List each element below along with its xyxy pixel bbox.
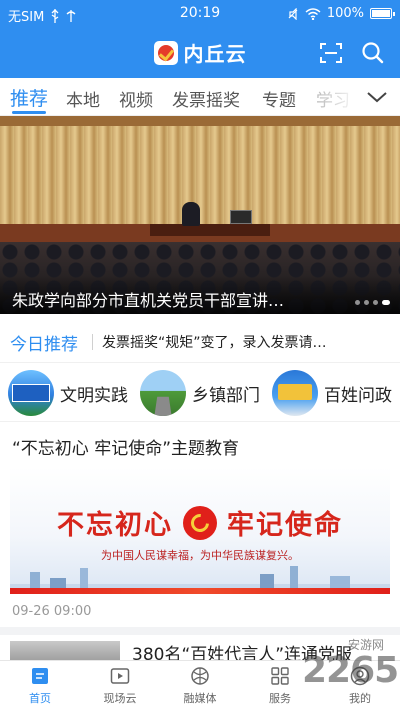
carousel-dot: [373, 300, 378, 305]
shortcut-label: 文明实践: [60, 385, 128, 406]
chevron-down-icon: [367, 92, 387, 103]
speaker-figure: [182, 202, 200, 226]
slogan-right: 牢记使命: [227, 510, 343, 541]
carousel-dot: [355, 300, 360, 305]
shortcut-label: 乡镇部门: [192, 385, 260, 406]
app-header: 无SIM 20:19 100% 内丘云: [0, 0, 400, 78]
tab-local[interactable]: 本地: [66, 86, 100, 111]
more-tabs-button[interactable]: [360, 82, 394, 112]
party-emblem-icon: [183, 505, 217, 540]
active-tab-indicator: [12, 111, 46, 114]
scan-icon[interactable]: [318, 40, 344, 66]
app-logo-icon: [153, 40, 178, 65]
today-label: 今日推荐: [10, 335, 78, 355]
mute-icon: [288, 7, 298, 20]
carousel-dots: [355, 300, 390, 305]
nav-home[interactable]: 首页: [0, 665, 80, 711]
shortcut-public-inquiry[interactable]: 百姓问政: [272, 369, 392, 417]
tab-invoice-lottery[interactable]: 发票摇奖: [172, 86, 240, 111]
tab-special[interactable]: 专题: [262, 86, 296, 111]
title-bar: 内丘云: [0, 30, 400, 76]
tab-video[interactable]: 视频: [119, 86, 153, 111]
banner-caption: 朱政学向部分市直机关党员干部宣讲…: [12, 291, 285, 310]
civilization-thumbnail: [8, 370, 54, 416]
banner-carousel[interactable]: 朱政学向部分市直机关党员干部宣讲…: [0, 116, 400, 314]
public-inquiry-thumbnail: [272, 370, 318, 416]
shortcut-towns[interactable]: 乡镇部门: [140, 369, 260, 417]
nav-media[interactable]: 融媒体: [160, 665, 240, 711]
article-time: 09-26 09:00: [12, 604, 92, 619]
towns-thumbnail: [140, 370, 186, 416]
today-headline[interactable]: 发票摇奖“规矩”变了，录入发票请…: [102, 332, 387, 352]
carousel-dot: [364, 300, 369, 305]
shortcut-row: 文明实践 乡镇部门 百姓问政: [0, 362, 400, 422]
shortcut-civilization[interactable]: 文明实践: [8, 369, 128, 417]
play-icon: [110, 668, 130, 684]
tab-recommend[interactable]: 推荐: [10, 84, 48, 111]
search-icon[interactable]: [360, 40, 386, 66]
category-tabs: 推荐 本地 视频 发票摇奖 专题 学习: [0, 78, 400, 116]
article-title[interactable]: “不忘初心 牢记使命”主题教育: [12, 434, 239, 459]
carousel-dot-active: [382, 300, 390, 305]
home-icon: [32, 668, 48, 684]
globe-icon: [191, 667, 209, 685]
nav-live[interactable]: 现场云: [80, 665, 160, 711]
site-watermark: 安游网 2265: [302, 638, 399, 691]
article-image[interactable]: 不忘初心 牢记使命 为中国人民谋幸福，为中华民族谋复兴。: [10, 467, 390, 594]
shortcut-label: 百姓问政: [324, 385, 392, 406]
grid-icon: [271, 667, 289, 685]
slogan-left: 不忘初心: [57, 510, 173, 541]
battery-percent: 100%: [326, 6, 364, 21]
battery-icon: [370, 8, 395, 19]
app-title: 内丘云: [183, 42, 247, 66]
today-recommend[interactable]: 今日推荐 发票摇奖“规矩”变了，录入发票请…: [0, 322, 400, 360]
wifi-icon: [305, 7, 321, 20]
image-subline: 为中国人民谋幸福，为中华民族谋复兴。: [101, 549, 299, 562]
status-bar: 无SIM 20:19 100%: [0, 0, 400, 28]
